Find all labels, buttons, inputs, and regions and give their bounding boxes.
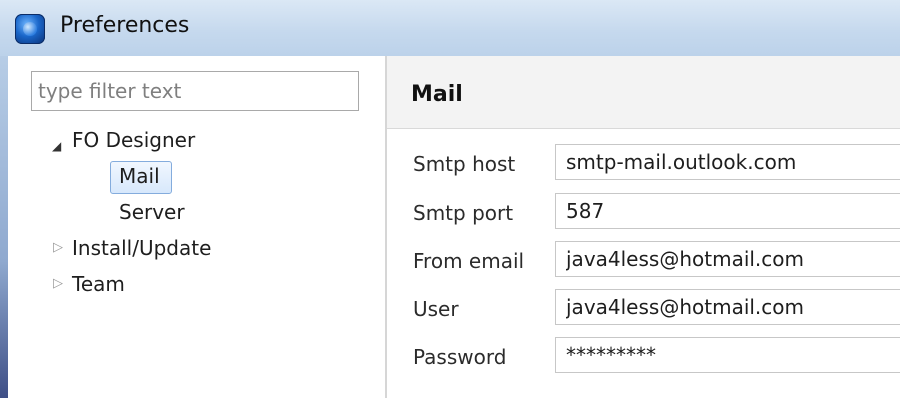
smtp-host-input[interactable] [555, 144, 900, 180]
collapsed-triangle-icon[interactable]: ▷ [53, 240, 63, 255]
app-globe-icon [15, 14, 45, 44]
filter-input[interactable] [31, 71, 359, 111]
collapsed-triangle-icon[interactable]: ▷ [53, 276, 63, 291]
expanded-triangle-icon[interactable]: ◢ [52, 139, 61, 153]
window-frame-left [0, 56, 8, 398]
tree-item-fo-designer[interactable]: FO Designer [72, 126, 195, 154]
preference-page: Mail Smtp host Smtp port From email User… [387, 56, 900, 398]
window-title: Preferences [60, 13, 190, 38]
user-label: User [413, 297, 459, 321]
tree-item-mail[interactable]: Mail [119, 162, 160, 190]
tree-item-server[interactable]: Server [119, 198, 185, 226]
user-input[interactable] [555, 289, 900, 325]
smtp-port-input[interactable] [555, 193, 900, 229]
from-email-label: From email [413, 249, 525, 273]
from-email-input[interactable] [555, 241, 900, 277]
password-input[interactable] [555, 337, 900, 373]
tree-item-team[interactable]: Team [72, 270, 125, 298]
page-header: Mail [387, 56, 900, 129]
password-label: Password [413, 345, 507, 369]
preferences-tree-pane: ◢ FO Designer Mail Server ▷ Install/Upda… [8, 56, 385, 398]
smtp-port-label: Smtp port [413, 201, 514, 225]
title-bar[interactable]: Preferences [0, 0, 900, 56]
tree-item-install-update[interactable]: Install/Update [72, 234, 211, 262]
smtp-host-label: Smtp host [413, 152, 516, 176]
page-title: Mail [411, 82, 463, 107]
